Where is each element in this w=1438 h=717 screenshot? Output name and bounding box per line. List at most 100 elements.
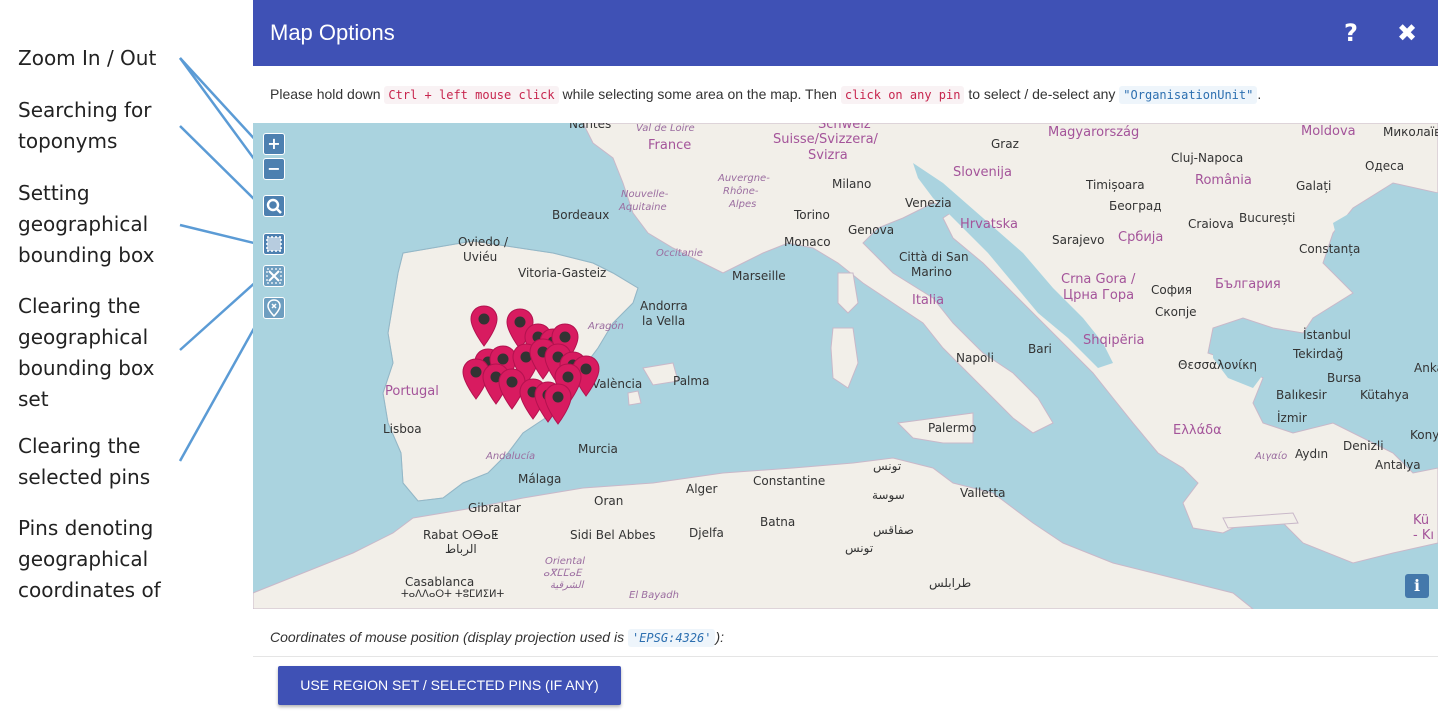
map-label-casablanca-tif: ⵜⴰⴷⴷⴰⵔⵜ ⵜⵓⵎⵍⵉⵍⵜ	[401, 589, 505, 600]
map-label-tekirdag: Tekirdağ	[1293, 347, 1344, 361]
map-label-malaga: Málaga	[518, 472, 562, 486]
map-label-romania: România	[1195, 173, 1252, 188]
map-label-lisboa: Lisboa	[383, 422, 422, 436]
map-label-occitanie: Occitanie	[656, 248, 703, 259]
map-label-murcia: Murcia	[578, 442, 618, 456]
map-label-alger: Alger	[686, 482, 718, 496]
map-label-denizli: Denizli	[1343, 439, 1384, 453]
instructions-text-2: while selecting some area on the map. Th…	[558, 86, 841, 102]
map-label-hrvatska: Hrvatska	[960, 217, 1018, 232]
instructions: Please hold down Ctrl + left mouse click…	[270, 86, 1262, 104]
map-label-nouvelle: Nouvelle-	[621, 189, 669, 200]
map-label-ellada: Ελλάδα	[1173, 423, 1222, 438]
zoom-in-button[interactable]: +	[263, 133, 285, 155]
clear-bbox-icon	[266, 268, 282, 284]
map-label-palma: Palma	[673, 374, 710, 388]
pin-icon	[544, 383, 572, 425]
map-label-bari: Bari	[1028, 342, 1052, 356]
map-label-andorra: Andorra	[640, 299, 688, 313]
map-label-bucuresti: București	[1239, 211, 1296, 225]
map-label-tripoli: طرابلس	[929, 576, 972, 590]
map-pin[interactable]	[469, 305, 499, 347]
instructions-text-3: to select / de-select any	[964, 86, 1120, 102]
map-label-oran: Oran	[594, 494, 624, 508]
map-label-suisse: Suisse/Svizzera/	[773, 132, 878, 147]
clear-pins-icon	[267, 299, 281, 318]
map-label-svizra: Svizra	[808, 148, 848, 163]
map-label-constanta: Constanța	[1299, 242, 1361, 256]
instructions-text-1: Please hold down	[270, 86, 385, 102]
annotation-clear-bbox: Clearing the geographical bounding box s…	[18, 294, 155, 411]
map-label-craiova: Craiova	[1188, 217, 1234, 231]
use-region-button[interactable]: USE REGION SET / SELECTED PINS (IF ANY)	[278, 666, 621, 705]
map-label-uvieu: Uviéu	[463, 250, 498, 264]
zoom-out-button[interactable]: −	[263, 158, 285, 180]
map-label-aragon: Aragón	[588, 321, 624, 332]
coords-projection-code: 'EPSG:4326'	[627, 629, 716, 647]
map-label-rhone: Rhône-	[723, 186, 759, 197]
close-icon[interactable]: ✖	[1393, 18, 1421, 48]
map-label-beograd: Београд	[1109, 199, 1162, 213]
map-label-milano: Milano	[832, 177, 872, 191]
map-label-moldova: Moldova	[1301, 124, 1356, 139]
attribution-info-button[interactable]: i	[1405, 574, 1429, 598]
annotation-zoom: Zoom In / Out	[18, 46, 157, 70]
map-label-rabat: Rabat ⵔⴱⴰⵟ	[423, 528, 499, 542]
map-canvas[interactable]: Nantes Val de Loire France Suisse/Svizze…	[253, 123, 1438, 609]
map-label-crna-gora: Crna Gora /	[1061, 272, 1136, 287]
map-label-venezia: Venezia	[905, 196, 952, 210]
map-label-konya: Konya	[1410, 428, 1438, 442]
map-label-mykolaiv: Миколаїв	[1383, 125, 1438, 139]
map-label-el-bayadh: El Bayadh	[629, 590, 679, 601]
map-label-schweiz: Schweiz	[818, 123, 871, 132]
instructions-text-4: .	[1257, 86, 1262, 102]
map-label-bulgaria: България	[1215, 277, 1281, 292]
map-label-italia: Italia	[912, 293, 945, 308]
map-label-skopje: Скопје	[1155, 305, 1197, 319]
map-pin[interactable]	[543, 383, 573, 425]
map-label-gibraltar: Gibraltar	[468, 501, 521, 515]
map-label-alpes: Alpes	[729, 199, 757, 210]
map-label-casablanca: Casablanca	[405, 575, 475, 589]
map-label-antalya: Antalya	[1375, 458, 1421, 472]
map-label-crna-gora-cyr: Црна Гора	[1063, 288, 1135, 303]
instructions-code-click-pin: click on any pin	[840, 86, 965, 104]
map-label-la-vella: la Vella	[642, 314, 686, 328]
clear-pins-button[interactable]	[263, 297, 285, 319]
map-label-marseille: Marseille	[732, 269, 786, 283]
map-label-izmir: İzmir	[1277, 411, 1307, 425]
map-label-aydin: Aydın	[1295, 447, 1329, 461]
coords-text-1: Coordinates of mouse position (display p…	[270, 629, 628, 645]
map-label-rabat-ar: الرباط	[445, 542, 477, 556]
annotation-bbox: Setting geographical bounding box	[18, 181, 155, 267]
search-toponym-button[interactable]	[263, 195, 285, 217]
search-icon	[266, 198, 282, 214]
map-label-aigaio: Αιγαίο	[1255, 451, 1288, 462]
clear-bbox-button[interactable]	[263, 265, 285, 287]
map-label-marino: Marino	[911, 265, 952, 279]
map-label-bordeaux: Bordeaux	[552, 208, 610, 222]
map-label-balikesir: Balıkesir	[1276, 388, 1327, 402]
map-label-napoli: Napoli	[956, 351, 994, 365]
map-label-odesa: Одеса	[1365, 159, 1405, 173]
help-icon[interactable]: ?	[1337, 18, 1365, 48]
map-label-portugal: Portugal	[385, 384, 439, 399]
map-label-sarajevo: Sarajevo	[1052, 233, 1105, 247]
map-label-ku: Kü	[1413, 513, 1430, 528]
map-label-ki: - Kı	[1413, 528, 1434, 543]
set-bbox-button[interactable]	[263, 233, 285, 255]
map-label-batna: Batna	[760, 515, 796, 529]
coords-text-2: ):	[715, 629, 725, 645]
map-label-srbija: Србија	[1118, 230, 1164, 245]
annotation-search: Searching for toponyms	[18, 98, 152, 153]
map-label-shqiperia: Shqipëria	[1083, 333, 1145, 348]
map-label-djelfa: Djelfa	[689, 526, 724, 540]
map-label-val-de-loire: Val de Loire	[636, 123, 695, 134]
map-label-oriental: Oriental	[545, 556, 586, 567]
map-label-thessaloniki: Θεσσαλονίκη	[1178, 358, 1257, 372]
map-label-torino: Torino	[794, 208, 830, 222]
map-label-monaco: Monaco	[784, 235, 831, 249]
map-label-sfax: صفاقس	[873, 523, 914, 537]
instructions-code-orgunit: "OrganisationUnit"	[1119, 86, 1258, 104]
map-label-citta: Città di San	[899, 250, 969, 264]
